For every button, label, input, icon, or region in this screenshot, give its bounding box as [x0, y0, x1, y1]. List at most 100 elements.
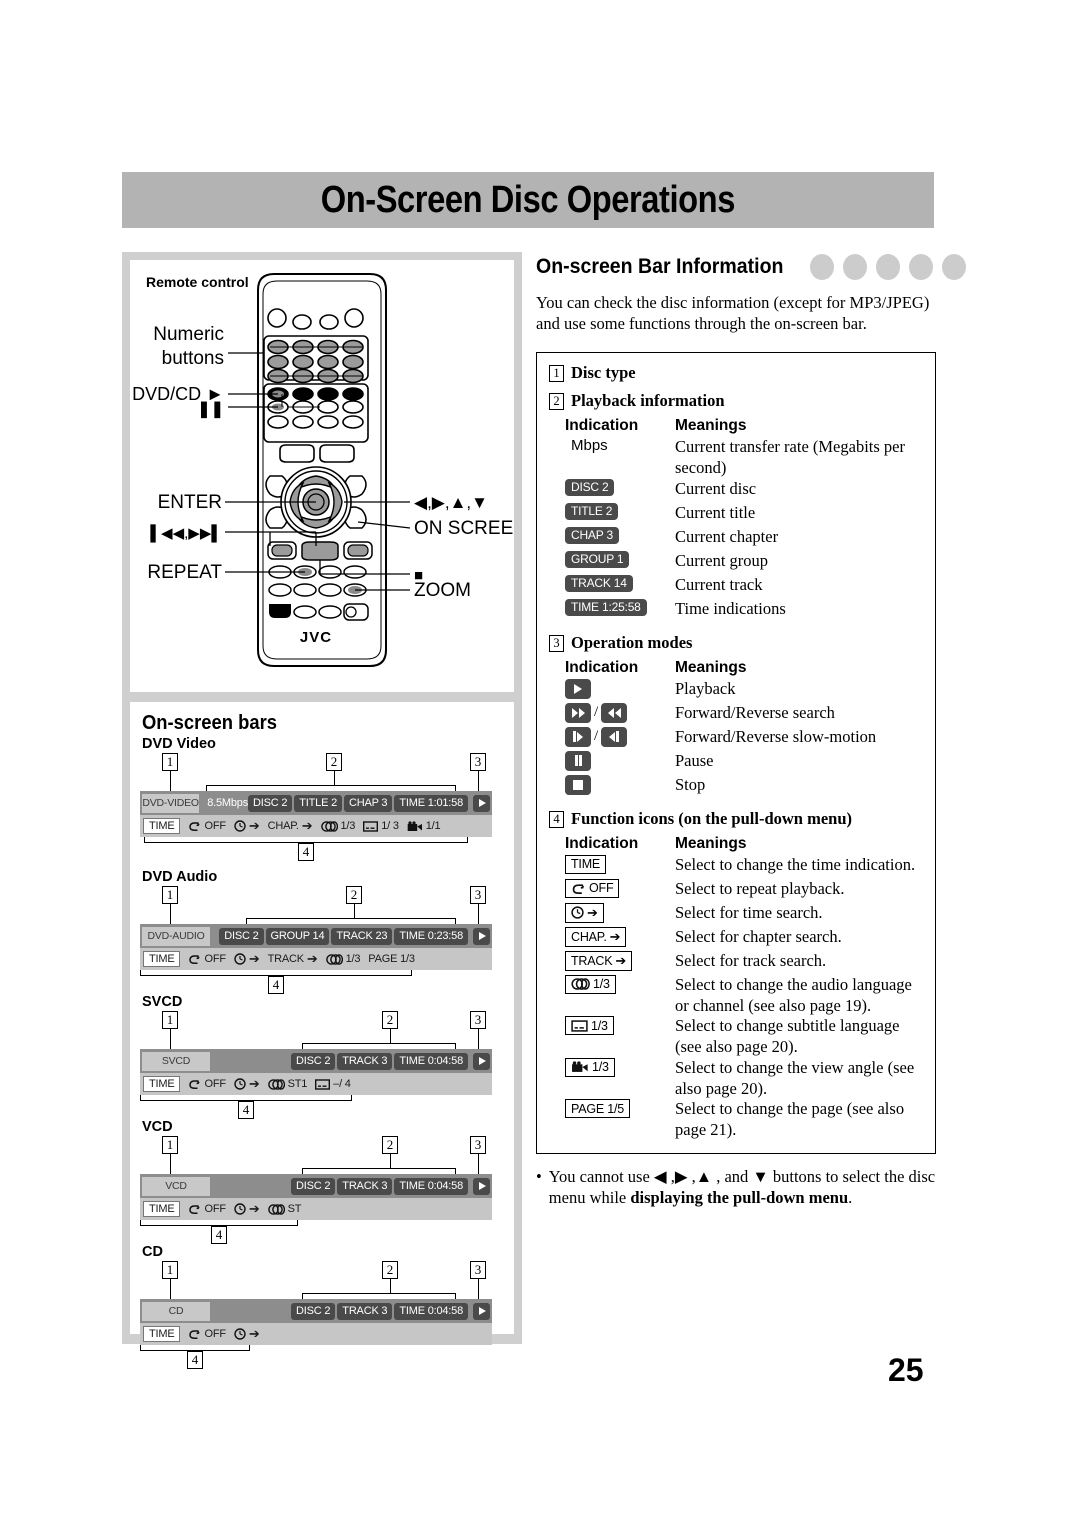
- bar-label-dvd-audio: DVD Audio: [142, 869, 218, 885]
- fn-page[interactable]: PAGE 1/3: [368, 953, 415, 965]
- col-header-meanings: Meanings: [675, 417, 747, 435]
- meaning-text: Current transfer rate (Megabits per seco…: [675, 437, 905, 477]
- meaning-text: Forward/Reverse search: [675, 702, 835, 722]
- meaning-text: Select for time search.: [675, 902, 823, 922]
- callout-2: 2: [382, 1261, 398, 1279]
- play-icon: [473, 1302, 490, 1320]
- intro-paragraph: You can check the disc information (exce…: [536, 293, 930, 334]
- callout-1: 1: [162, 886, 178, 904]
- fn-subtitle[interactable]: 1/ 3: [363, 820, 399, 832]
- osd-row-function-icons: TIME OFF ➔: [140, 1323, 492, 1345]
- chapter-search-icon-box[interactable]: CHAP. ➔: [565, 926, 627, 947]
- section-number: 4: [549, 810, 564, 828]
- fn-audio[interactable]: 1/3: [325, 953, 360, 965]
- play-icon: [473, 1052, 490, 1070]
- time-search-icon-box[interactable]: ➔: [565, 902, 604, 923]
- fn-repeat[interactable]: OFF: [188, 820, 226, 832]
- section-number: 3: [549, 634, 564, 652]
- callout-4: 4: [298, 843, 314, 861]
- info-row: TIME 1:25:58 Time indications: [565, 598, 923, 623]
- fn-repeat[interactable]: OFF: [188, 1203, 226, 1215]
- meaning-text: Select for track search.: [675, 950, 827, 970]
- fn-repeat[interactable]: OFF: [188, 1078, 226, 1090]
- info-row: PAGE 1/5 Select to change the page (see …: [565, 1099, 923, 1141]
- fn-chapter-search[interactable]: CHAP. ➔: [268, 818, 313, 834]
- col-header-indication: Indication: [565, 658, 639, 676]
- playback-chip-time: TIME 0:04:58: [394, 1302, 468, 1320]
- fn-repeat[interactable]: OFF: [188, 1328, 226, 1340]
- heading-dots: [810, 254, 967, 280]
- play-icon: [473, 1177, 490, 1195]
- play-icon: [565, 678, 591, 699]
- indication-mbps: Mbps: [571, 437, 608, 455]
- col-header-meanings: Meanings: [675, 834, 747, 852]
- fn-time[interactable]: TIME: [143, 1326, 181, 1342]
- page-number: 25: [888, 1352, 924, 1388]
- info-row: TRACK ➔ Select for track search.: [565, 950, 923, 975]
- callout-3: 3: [470, 886, 486, 904]
- bar-label-cd: CD: [142, 1244, 163, 1260]
- fn-time-search[interactable]: ➔: [234, 1201, 260, 1217]
- page-title: On-Screen Disc Operations: [320, 178, 736, 221]
- info-row: / Forward/Reverse search: [565, 702, 923, 727]
- fn-audio[interactable]: 1/3: [320, 820, 355, 832]
- fn-time-search[interactable]: ➔: [234, 1326, 260, 1342]
- fn-time-search[interactable]: ➔: [234, 818, 260, 834]
- remote-control-diagram: JVC Numeric buttons DVD/CD ► ❚❚ ENTER ▌◀…: [132, 273, 514, 667]
- fn-time[interactable]: TIME: [143, 1076, 181, 1092]
- on-screen-bars-panel: On-screen bars DVD Video 1 2 3 DVD-VIDEO…: [130, 702, 514, 1369]
- section-title: Operation modes: [571, 632, 693, 652]
- section-heading: On-screen Bar Information: [536, 255, 784, 278]
- slow-reverse-icon: [601, 726, 628, 747]
- repeat-icon-box[interactable]: OFF: [565, 878, 620, 898]
- disc-type-chip: DVD-VIDEO: [142, 793, 200, 813]
- remote-label-repeat: REPEAT: [147, 562, 222, 583]
- meaning-text: Select to change the page (see also page…: [675, 1099, 905, 1140]
- fn-track-search[interactable]: TRACK ➔: [268, 951, 318, 967]
- audio-icon: [571, 978, 590, 991]
- info-row: Playback: [565, 678, 923, 703]
- fn-subtitle[interactable]: –/ 4: [315, 1078, 351, 1090]
- play-icon: [473, 927, 490, 945]
- col-header-indication: Indication: [565, 417, 639, 435]
- callout-4: 4: [238, 1101, 254, 1119]
- callout-2: 2: [382, 1136, 398, 1154]
- fn-time[interactable]: TIME: [143, 1201, 181, 1217]
- fn-audio[interactable]: ST1: [267, 1078, 307, 1090]
- remote-label-cursors: ◀,▶,▲,▼: [414, 493, 488, 512]
- subtitle-icon: [571, 1020, 588, 1032]
- right-column: On-screen Bar Information You can check …: [536, 252, 967, 1209]
- playback-chip-disc: DISC 2: [219, 927, 264, 945]
- playback-chip-track: TRACK 23: [331, 927, 393, 945]
- fn-time[interactable]: TIME: [143, 818, 181, 834]
- pause-icon: [565, 750, 591, 771]
- arrow-icon: ➔: [615, 952, 627, 968]
- audio-icon-box[interactable]: 1/3: [565, 974, 616, 994]
- fn-repeat[interactable]: OFF: [188, 953, 226, 965]
- meaning-text: Current disc: [675, 478, 757, 498]
- subtitle-icon-box[interactable]: 1/3: [565, 1016, 614, 1036]
- col-header-indication: Indication: [565, 834, 639, 852]
- callout-3: 3: [470, 1261, 486, 1279]
- track-search-icon-box[interactable]: TRACK ➔: [565, 950, 633, 971]
- playback-chip-title: TITLE 2: [294, 794, 343, 812]
- fn-time-search[interactable]: ➔: [234, 951, 260, 967]
- info-row: CHAP. ➔ Select for chapter search.: [565, 926, 923, 951]
- playback-chip-disc: DISC 2: [291, 1177, 336, 1195]
- callout-2: 2: [346, 886, 362, 904]
- svg-text:JVC: JVC: [300, 629, 332, 646]
- fn-audio[interactable]: ST: [267, 1203, 301, 1215]
- column-headers: Indication Meanings: [565, 659, 923, 677]
- info-row: / Forward/Reverse slow-motion: [565, 726, 923, 751]
- angle-icon-box[interactable]: 1/3: [565, 1057, 615, 1077]
- fn-time[interactable]: TIME: [143, 951, 181, 967]
- indication-chip-group: GROUP 1: [565, 550, 630, 568]
- info-row: TITLE 2 Current title: [565, 502, 923, 527]
- time-icon-box[interactable]: TIME: [565, 854, 607, 874]
- playback-chip-time: TIME 1:01:58: [394, 794, 468, 812]
- callout-3: 3: [470, 1011, 486, 1029]
- info-row: TIME Select to change the time indicatio…: [565, 854, 923, 879]
- fn-angle[interactable]: 1/1: [407, 820, 441, 832]
- fn-time-search[interactable]: ➔: [234, 1076, 260, 1092]
- page-icon-box[interactable]: PAGE 1/5: [565, 1099, 631, 1119]
